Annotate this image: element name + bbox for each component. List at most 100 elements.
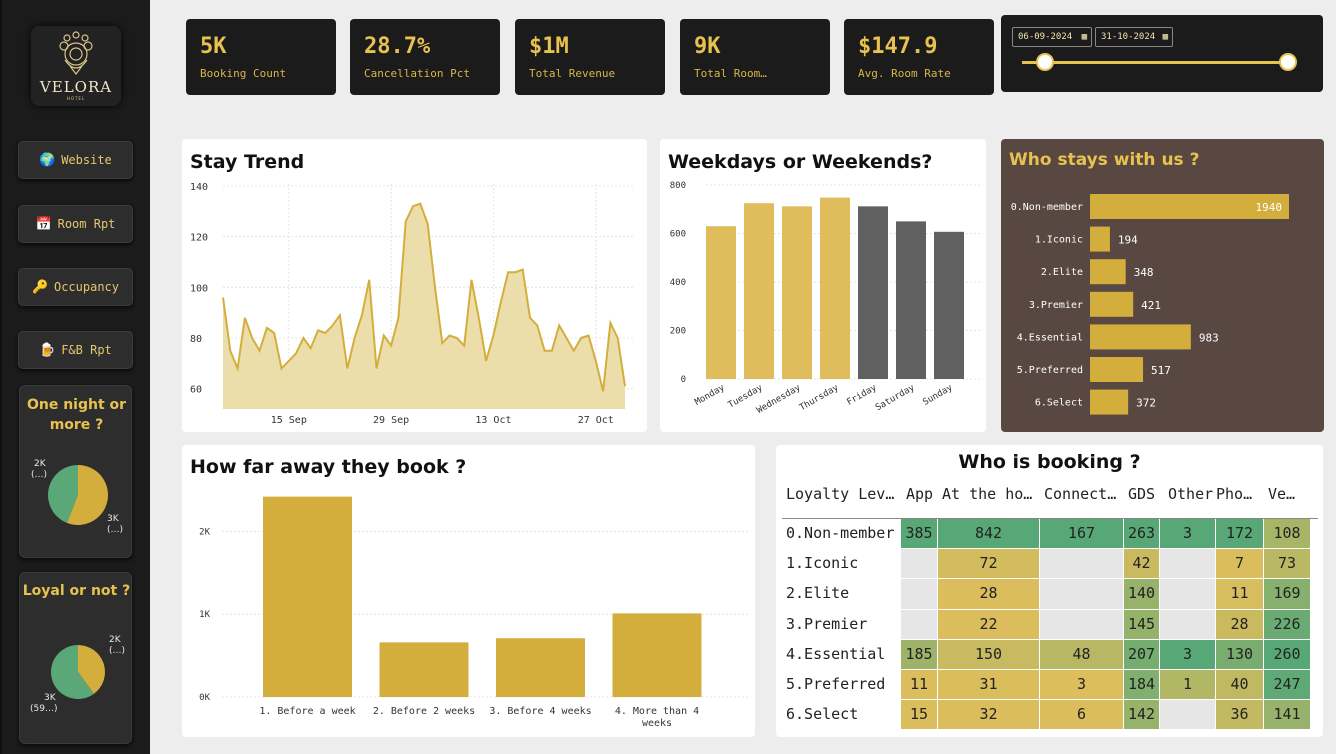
matrix-cell[interactable]: 3 bbox=[1160, 639, 1216, 670]
matrix-cell[interactable] bbox=[1160, 579, 1216, 610]
matrix-cell[interactable]: 150 bbox=[938, 639, 1040, 670]
matrix-cell[interactable] bbox=[1160, 700, 1216, 731]
matrix-cell[interactable]: 260 bbox=[1264, 639, 1311, 670]
matrix-cell[interactable]: 42 bbox=[1124, 549, 1160, 580]
nav-button-occupancy[interactable]: 🔑 Occupancy bbox=[18, 268, 133, 306]
matrix-cell[interactable]: 1 bbox=[1160, 670, 1216, 701]
end-date-input[interactable]: 31-10-2024 ▦ bbox=[1095, 27, 1173, 47]
category-label: 5.Preferred bbox=[1017, 365, 1083, 376]
one-night-card: One night or more ? 2K (…) 3K (…) bbox=[19, 385, 132, 558]
matrix-cell[interactable]: 15 bbox=[901, 700, 938, 731]
bar[interactable] bbox=[1090, 357, 1144, 382]
matrix-cell[interactable] bbox=[1040, 609, 1124, 640]
matrix-cell[interactable]: 207 bbox=[1124, 639, 1160, 670]
kpi-value: 5K bbox=[200, 34, 227, 59]
matrix-cell[interactable] bbox=[1040, 549, 1124, 580]
matrix-cell[interactable]: 3 bbox=[1040, 670, 1124, 701]
matrix-cell[interactable]: 184 bbox=[1124, 670, 1160, 701]
column-header[interactable]: At the ho… bbox=[942, 485, 1044, 503]
bar[interactable] bbox=[1090, 389, 1129, 415]
matrix-cell[interactable]: 36 bbox=[1216, 700, 1264, 731]
matrix-cell[interactable]: 167 bbox=[1040, 519, 1124, 550]
matrix-cell[interactable]: 7 bbox=[1216, 549, 1264, 580]
y-tick-label: 140 bbox=[190, 182, 208, 193]
bar[interactable] bbox=[1090, 226, 1110, 252]
bar[interactable] bbox=[706, 226, 736, 379]
matrix-cell[interactable]: 247 bbox=[1264, 670, 1311, 701]
bar[interactable] bbox=[896, 221, 926, 379]
nav-button-fb-rpt[interactable]: 🍺 F&B Rpt bbox=[18, 331, 133, 369]
matrix-cell[interactable]: 28 bbox=[1216, 609, 1264, 640]
matrix-cell[interactable]: 11 bbox=[901, 670, 938, 701]
matrix-cell[interactable]: 31 bbox=[938, 670, 1040, 701]
nav-button-room-rpt[interactable]: 📅 Room Rpt bbox=[18, 205, 133, 243]
matrix-cell[interactable]: 130 bbox=[1216, 639, 1264, 670]
bar[interactable] bbox=[263, 496, 352, 697]
nav-button-website[interactable]: 🌍 Website bbox=[18, 141, 133, 179]
column-header[interactable]: Pho… bbox=[1216, 485, 1264, 503]
matrix-cell[interactable] bbox=[901, 609, 938, 640]
bar[interactable] bbox=[1090, 291, 1134, 317]
matrix-cell[interactable] bbox=[901, 579, 938, 610]
category-label: 2.Elite bbox=[1041, 267, 1083, 278]
bar[interactable] bbox=[379, 642, 469, 697]
x-tick-label: Wednesday bbox=[755, 383, 803, 416]
row-label[interactable]: 1.Iconic bbox=[786, 549, 858, 578]
matrix-cell[interactable]: 40 bbox=[1216, 670, 1264, 701]
start-date-input[interactable]: 06-09-2024 ▦ bbox=[1012, 27, 1092, 47]
bar[interactable] bbox=[858, 206, 888, 379]
kpi-cancellation-pct: 28.7% Cancellation Pct bbox=[350, 19, 500, 95]
matrix-cell[interactable]: 28 bbox=[938, 579, 1040, 610]
matrix-cell[interactable]: 32 bbox=[938, 700, 1040, 731]
sidebar-edge bbox=[0, 0, 2, 754]
column-header[interactable]: Ve… bbox=[1268, 485, 1315, 503]
matrix-cell[interactable]: 3 bbox=[1160, 519, 1216, 550]
column-header[interactable]: App bbox=[906, 485, 943, 503]
bar[interactable] bbox=[1090, 324, 1191, 350]
matrix-cell[interactable]: 842 bbox=[938, 519, 1040, 550]
matrix-cell[interactable]: 385 bbox=[901, 519, 938, 550]
matrix-cell[interactable]: 263 bbox=[1124, 519, 1160, 550]
matrix-cell[interactable]: 141 bbox=[1264, 700, 1311, 731]
y-tick-label: 200 bbox=[670, 327, 686, 337]
matrix-cell[interactable]: 145 bbox=[1124, 609, 1160, 640]
matrix-cell[interactable]: 72 bbox=[938, 549, 1040, 580]
row-label[interactable]: 6.Select bbox=[786, 700, 858, 729]
row-label[interactable]: 5.Preferred bbox=[786, 670, 885, 699]
matrix-cell[interactable]: 22 bbox=[938, 609, 1040, 640]
matrix-cell[interactable]: 11 bbox=[1216, 579, 1264, 610]
matrix-cell[interactable]: 226 bbox=[1264, 609, 1311, 640]
bar[interactable] bbox=[496, 638, 585, 697]
bar[interactable] bbox=[612, 613, 702, 697]
column-header[interactable]: GDS bbox=[1128, 485, 1164, 503]
bar[interactable] bbox=[934, 231, 964, 379]
matrix-cell[interactable] bbox=[1040, 579, 1124, 610]
date-slider-end-handle[interactable] bbox=[1279, 53, 1297, 71]
bar[interactable] bbox=[744, 203, 774, 379]
bar[interactable] bbox=[820, 197, 850, 379]
bar[interactable] bbox=[1090, 259, 1126, 285]
row-label[interactable]: 3.Premier bbox=[786, 610, 867, 639]
category-label: 1.Iconic bbox=[1035, 235, 1083, 246]
matrix-cell[interactable] bbox=[1160, 549, 1216, 580]
matrix-cell[interactable]: 108 bbox=[1264, 519, 1311, 550]
row-label[interactable]: 0.Non-member bbox=[786, 519, 894, 548]
matrix-cell[interactable] bbox=[901, 549, 938, 580]
column-header[interactable]: Loyalty Lev… bbox=[786, 485, 903, 503]
column-header[interactable]: Connect… bbox=[1044, 485, 1128, 503]
date-slider-start-handle[interactable] bbox=[1036, 53, 1054, 71]
matrix-cell[interactable] bbox=[1160, 609, 1216, 640]
matrix-cell[interactable]: 73 bbox=[1264, 549, 1311, 580]
matrix-cell[interactable]: 169 bbox=[1264, 579, 1311, 610]
matrix-cell[interactable]: 48 bbox=[1040, 639, 1124, 670]
matrix-cell[interactable]: 185 bbox=[901, 639, 938, 670]
date-slider-track[interactable] bbox=[1022, 61, 1290, 64]
row-label[interactable]: 2.Elite bbox=[786, 579, 849, 608]
matrix-cell[interactable]: 6 bbox=[1040, 700, 1124, 731]
matrix-cell[interactable]: 172 bbox=[1216, 519, 1264, 550]
matrix-cell[interactable]: 142 bbox=[1124, 700, 1160, 731]
row-label[interactable]: 4.Essential bbox=[786, 640, 885, 669]
x-tick-label: Sunday bbox=[921, 383, 955, 408]
bar[interactable] bbox=[782, 206, 812, 379]
matrix-cell[interactable]: 140 bbox=[1124, 579, 1160, 610]
